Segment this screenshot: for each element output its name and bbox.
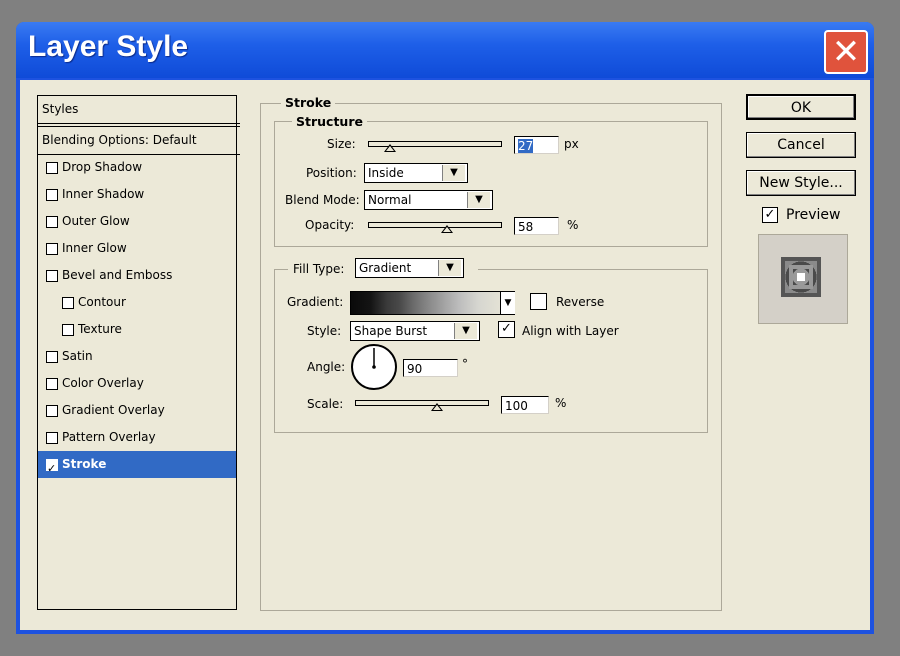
style-item-drop-shadow[interactable]: Drop Shadow <box>38 154 236 181</box>
gradient-preview[interactable] <box>350 291 515 315</box>
style-checkbox[interactable] <box>46 162 58 174</box>
opacity-unit: % <box>567 218 579 232</box>
style-select[interactable]: Shape Burst ▼ <box>350 321 480 341</box>
style-item-inner-shadow[interactable]: Inner Shadow <box>38 181 236 208</box>
size-unit: px <box>564 137 579 151</box>
structure-group-title: Structure <box>292 114 367 129</box>
styles-header-label: Styles <box>42 102 79 116</box>
style-item-satin[interactable]: Satin <box>38 343 236 370</box>
style-item-texture[interactable]: Texture <box>38 316 236 343</box>
chevron-down-icon: ▼ <box>467 192 490 208</box>
dialog-client: Styles Blending Options: Default Drop Sh… <box>20 80 870 630</box>
angle-unit: ° <box>462 357 468 371</box>
window-title: Layer Style <box>28 30 189 63</box>
style-checkbox[interactable] <box>46 378 58 390</box>
style-item-inner-glow[interactable]: Inner Glow <box>38 235 236 262</box>
style-item-contour[interactable]: Contour <box>38 289 236 316</box>
chevron-down-icon[interactable]: ▼ <box>500 292 515 314</box>
chevron-down-icon: ▼ <box>438 260 461 276</box>
opacity-slider-thumb[interactable] <box>441 225 453 233</box>
style-checkbox[interactable] <box>46 189 58 201</box>
style-item-label: Outer Glow <box>62 214 130 228</box>
scale-input[interactable]: 100 <box>501 396 549 414</box>
opacity-slider[interactable] <box>368 222 502 228</box>
style-item-outer-glow[interactable]: Outer Glow <box>38 208 236 235</box>
style-item-label: Drop Shadow <box>62 160 143 174</box>
reverse-label: Reverse <box>556 295 605 309</box>
close-button[interactable]: ✕ <box>824 30 868 74</box>
preview-thumbnail <box>758 234 848 324</box>
scale-unit: % <box>555 396 567 410</box>
style-item-label: Bevel and Emboss <box>62 268 173 282</box>
opacity-label: Opacity: <box>305 218 355 232</box>
style-checkbox[interactable] <box>46 405 58 417</box>
styles-header[interactable]: Styles <box>38 96 240 124</box>
style-checkbox[interactable] <box>46 243 58 255</box>
gradient-label: Gradient: <box>287 295 344 309</box>
chevron-down-icon: ▼ <box>442 165 465 181</box>
opacity-input[interactable]: 58 <box>514 217 559 235</box>
position-label: Position: <box>306 166 357 180</box>
stroke-group-title: Stroke <box>281 95 336 110</box>
style-item-label: Stroke <box>62 457 107 471</box>
blend-mode-label: Blend Mode: <box>285 193 360 207</box>
scale-label: Scale: <box>307 397 344 411</box>
style-item-label: Color Overlay <box>62 376 144 390</box>
style-item-label: Inner Shadow <box>62 187 145 201</box>
fill-type-select[interactable]: Gradient ▼ <box>355 258 464 278</box>
blending-options-item[interactable]: Blending Options: Default <box>38 126 240 155</box>
styles-list: Styles Blending Options: Default Drop Sh… <box>37 95 240 610</box>
angle-label: Angle: <box>307 360 346 374</box>
layer-style-window: Layer Style ✕ Styles Blending Options: D… <box>16 22 874 634</box>
size-slider-thumb[interactable] <box>384 144 396 152</box>
style-checkbox[interactable] <box>46 432 58 444</box>
style-checkbox[interactable] <box>46 351 58 363</box>
style-item-color-overlay[interactable]: Color Overlay <box>38 370 236 397</box>
scale-slider[interactable] <box>355 400 489 406</box>
cancel-button[interactable]: Cancel <box>746 132 856 158</box>
reverse-checkbox[interactable] <box>530 293 547 310</box>
position-select[interactable]: Inside ▼ <box>364 163 468 183</box>
blend-mode-value: Normal <box>368 193 412 207</box>
angle-input[interactable]: 90 <box>403 359 458 377</box>
angle-dial[interactable] <box>350 343 398 391</box>
scale-slider-thumb[interactable] <box>431 403 443 411</box>
style-label: Style: <box>307 324 342 338</box>
blending-options-label: Blending Options: Default <box>42 133 197 147</box>
style-checkbox[interactable] <box>62 324 74 336</box>
preview-label: Preview <box>786 207 841 223</box>
style-item-label: Contour <box>78 295 126 309</box>
preview-checkbox[interactable]: ✓ <box>762 207 778 223</box>
fill-type-value: Gradient <box>359 261 412 275</box>
new-style-button[interactable]: New Style... <box>746 170 856 196</box>
size-value: 27 <box>518 139 534 153</box>
style-checkbox[interactable] <box>62 297 74 309</box>
ok-button[interactable]: OK <box>746 94 856 120</box>
style-item-gradient-overlay[interactable]: Gradient Overlay <box>38 397 236 424</box>
style-item-label: Inner Glow <box>62 241 127 255</box>
style-value: Shape Burst <box>354 324 428 338</box>
align-with-layer-checkbox[interactable]: ✓ <box>498 321 515 338</box>
align-with-layer-label: Align with Layer <box>522 324 619 338</box>
title-bar[interactable]: Layer Style ✕ <box>16 22 874 78</box>
style-item-label: Satin <box>62 349 93 363</box>
blend-mode-select[interactable]: Normal ▼ <box>364 190 493 210</box>
style-checkbox[interactable] <box>46 216 58 228</box>
style-item-pattern-overlay[interactable]: Pattern Overlay <box>38 424 236 451</box>
size-label: Size: <box>327 137 356 151</box>
style-item-bevel-and-emboss[interactable]: Bevel and Emboss <box>38 262 236 289</box>
style-item-stroke[interactable]: Stroke <box>38 451 236 482</box>
style-checkbox[interactable] <box>46 455 58 482</box>
fill-type-label: Fill Type: <box>293 262 345 276</box>
chevron-down-icon: ▼ <box>454 323 477 339</box>
style-item-label: Pattern Overlay <box>62 430 156 444</box>
size-input[interactable]: 27 <box>514 136 559 154</box>
style-item-label: Gradient Overlay <box>62 403 165 417</box>
style-checkbox[interactable] <box>46 270 58 282</box>
position-value: Inside <box>368 166 404 180</box>
close-icon: ✕ <box>831 32 861 72</box>
style-item-label: Texture <box>78 322 122 336</box>
